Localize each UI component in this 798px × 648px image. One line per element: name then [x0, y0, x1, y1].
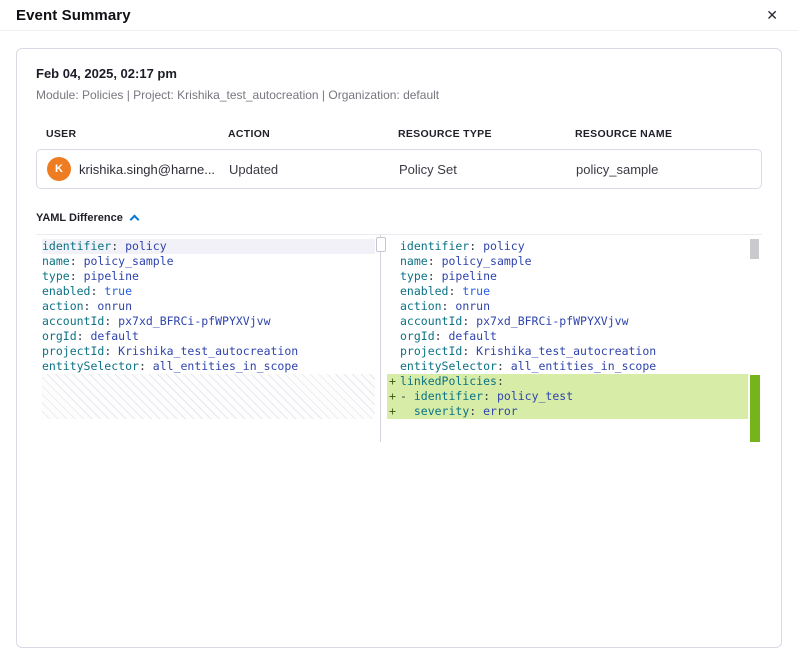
diff-gutter: +	[387, 374, 400, 389]
table-header-row: USER ACTION RESOURCE TYPE RESOURCE NAME	[36, 128, 762, 140]
resource-type-cell: Policy Set	[399, 162, 576, 177]
diff-line: identifier: policy	[42, 239, 375, 254]
action-cell: Updated	[229, 162, 399, 177]
yaml-difference-label: YAML Difference	[36, 212, 123, 224]
diff-right-pane[interactable]: identifier: policy name: policy_sample t…	[387, 235, 748, 442]
diff-line: name: policy_sample	[387, 254, 748, 269]
diff-line: orgId: default	[387, 329, 748, 344]
scrollbar-thumb[interactable]	[750, 239, 759, 259]
column-header-user: USER	[46, 128, 228, 140]
diff-line: entitySelector: all_entities_in_scope	[42, 359, 375, 374]
diff-line: enabled: true	[387, 284, 748, 299]
column-header-resource-name: RESOURCE NAME	[575, 128, 752, 140]
diff-line: type: pipeline	[387, 269, 748, 284]
event-card: Feb 04, 2025, 02:17 pm Module: Policies …	[16, 48, 782, 648]
diff-line: identifier: policy	[387, 239, 748, 254]
modal-title: Event Summary	[16, 7, 131, 24]
diff-line: accountId: px7xd_BFRCi-pfWPYXVjvw	[387, 314, 748, 329]
close-icon[interactable]: ✕	[762, 6, 782, 24]
diff-line: orgId: default	[42, 329, 375, 344]
diff-gutter	[387, 239, 400, 254]
overview-added-marker	[750, 375, 760, 442]
avatar: K	[47, 157, 71, 181]
user-email: krishika.singh@harne...	[79, 162, 215, 177]
diff-gutter	[387, 284, 400, 299]
diff-line: projectId: Krishika_test_autocreation	[42, 344, 375, 359]
diff-line: action: onrun	[42, 299, 375, 314]
diff-line: entitySelector: all_entities_in_scope	[387, 359, 748, 374]
diff-line: action: onrun	[387, 299, 748, 314]
diff-added-line: + severity: error	[387, 404, 748, 419]
diff-line: name: policy_sample	[42, 254, 375, 269]
diff-gutter	[387, 299, 400, 314]
column-header-resource-type: RESOURCE TYPE	[398, 128, 575, 140]
diff-line: projectId: Krishika_test_autocreation	[387, 344, 748, 359]
diff-gutter	[387, 344, 400, 359]
diff-line: enabled: true	[42, 284, 375, 299]
diff-gutter: +	[387, 389, 400, 404]
diff-gutter: +	[387, 404, 400, 419]
resource-name-cell: policy_sample	[576, 162, 751, 177]
column-header-action: ACTION	[228, 128, 398, 140]
yaml-difference-toggle[interactable]: YAML Difference	[36, 212, 138, 224]
event-timestamp: Feb 04, 2025, 02:17 pm	[36, 66, 762, 81]
user-cell: K krishika.singh@harne...	[47, 157, 229, 181]
modal-header: Event Summary ✕	[0, 0, 798, 31]
chevron-up-icon	[129, 215, 139, 225]
diff-gutter	[387, 269, 400, 284]
diff-splitter-handle[interactable]	[376, 237, 386, 252]
diff-line: accountId: px7xd_BFRCi-pfWPYXVjvw	[42, 314, 375, 329]
diff-gutter	[387, 359, 400, 374]
diff-line: type: pipeline	[42, 269, 375, 284]
diff-placeholder-region	[42, 374, 375, 419]
overview-ruler[interactable]	[748, 235, 762, 442]
diff-left-pane[interactable]: identifier: policyname: policy_sampletyp…	[36, 235, 375, 442]
diff-splitter[interactable]	[375, 235, 387, 442]
diff-gutter	[387, 254, 400, 269]
table-row: K krishika.singh@harne... Updated Policy…	[36, 149, 762, 189]
yaml-diff-viewer: identifier: policyname: policy_sampletyp…	[36, 234, 762, 442]
diff-added-line: +linkedPolicies:	[387, 374, 748, 389]
event-meta: Module: Policies | Project: Krishika_tes…	[36, 88, 762, 102]
diff-added-line: +- identifier: policy_test	[387, 389, 748, 404]
diff-gutter	[387, 329, 400, 344]
diff-gutter	[387, 314, 400, 329]
